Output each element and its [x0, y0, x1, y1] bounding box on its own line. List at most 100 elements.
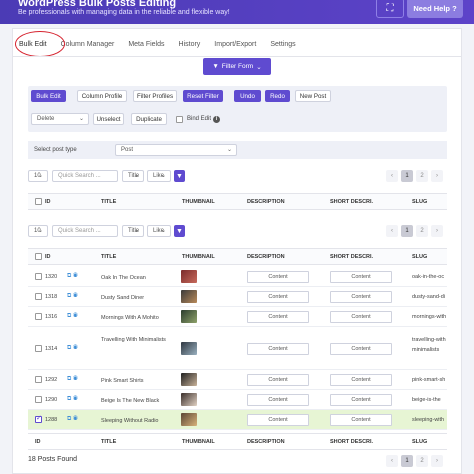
row-title[interactable]: Mornings With A Mohito — [101, 313, 159, 323]
short-description-content-button[interactable]: Content — [330, 271, 392, 283]
short-description-content-button[interactable]: Content — [330, 291, 392, 303]
col-title[interactable]: TITLE — [101, 254, 116, 260]
table-row[interactable]: 1316 ⧉ ◉ Mornings With A Mohito Content Cont… — [28, 307, 447, 327]
view-icon[interactable]: ◉ — [71, 273, 78, 279]
info-icon[interactable]: i — [213, 116, 220, 123]
col-description[interactable]: DESCRIPTION — [247, 199, 285, 205]
row-checkbox[interactable] — [35, 414, 42, 423]
row-thumbnail[interactable] — [181, 290, 197, 303]
page-2-button[interactable]: 2 — [416, 170, 428, 182]
search-operator-select[interactable]: Like ⌄ — [147, 225, 171, 237]
row-slug[interactable]: beige-is-the — [412, 397, 441, 403]
view-icon[interactable]: ◉ — [71, 396, 78, 402]
page-2-button[interactable]: 2 — [416, 225, 428, 237]
view-icon[interactable]: ◉ — [71, 416, 78, 422]
col-thumbnail[interactable]: THUMBNAIL — [182, 254, 215, 260]
redo-button[interactable]: Redo — [265, 90, 290, 102]
col-description[interactable]: DESCRIPTION — [247, 254, 285, 260]
next-page-button[interactable]: › — [431, 455, 443, 467]
table-row[interactable]: 1288 ⧉ ◉ Sleeping Without Radio Content Cont… — [28, 410, 447, 430]
filter-icon[interactable]: ▼ — [174, 170, 185, 182]
description-content-button[interactable]: Content — [247, 343, 309, 355]
view-icon[interactable]: ◉ — [71, 376, 78, 382]
quick-search-input[interactable]: Quick Search ... — [52, 170, 118, 182]
description-content-button[interactable]: Content — [247, 394, 309, 406]
row-title[interactable]: Oak In The Ocean — [101, 273, 146, 283]
filter-icon[interactable]: ▼ — [174, 225, 185, 237]
description-content-button[interactable]: Content — [247, 414, 309, 426]
short-description-content-button[interactable]: Content — [330, 343, 392, 355]
select-all-checkbox[interactable] — [35, 198, 42, 205]
search-operator-select[interactable]: Like ⌄ — [147, 170, 171, 182]
row-title[interactable]: Dusty Sand Diner — [101, 293, 144, 303]
description-content-button[interactable]: Content — [247, 311, 309, 323]
duplicate-button[interactable]: Duplicate — [131, 113, 167, 125]
row-thumbnail[interactable] — [181, 342, 197, 355]
short-description-content-button[interactable]: Content — [330, 414, 392, 426]
reset-filter-button[interactable]: Reset Filter — [183, 90, 223, 102]
view-icon[interactable]: ◉ — [71, 293, 78, 299]
row-slug[interactable]: mornings-with — [412, 314, 446, 320]
table-row[interactable]: 1320 ⧉ ◉ Oak In The Ocean Content Content oak… — [28, 267, 447, 287]
row-slug[interactable]: sleeping-with — [412, 417, 444, 423]
tab-settings[interactable]: Settings — [263, 34, 302, 56]
tab-import-export[interactable]: Import/Export — [207, 34, 263, 56]
page-1-button[interactable]: 1 — [401, 170, 413, 182]
short-description-content-button[interactable]: Content — [330, 374, 392, 386]
col-thumbnail[interactable]: THUMBNAIL — [182, 199, 215, 205]
per-page-select[interactable]: 10 ⌄ — [28, 170, 48, 182]
select-all-checkbox[interactable] — [35, 253, 42, 260]
bulk-edit-button[interactable]: Bulk Edit — [31, 90, 66, 102]
help-button[interactable]: Need Help ? — [407, 0, 463, 18]
col-short-description[interactable]: SHORT DESCRI. — [330, 254, 373, 260]
search-field-select[interactable]: Title ⌄ — [122, 225, 144, 237]
tab-history[interactable]: History — [172, 34, 208, 56]
col-short-description[interactable]: SHORT DESCRI. — [330, 199, 373, 205]
short-description-content-button[interactable]: Content — [330, 311, 392, 323]
next-page-button[interactable]: › — [431, 225, 443, 237]
view-icon[interactable]: ◉ — [71, 345, 78, 351]
col-title[interactable]: TITLE — [101, 199, 116, 205]
description-content-button[interactable]: Content — [247, 271, 309, 283]
page-2-button[interactable]: 2 — [416, 455, 428, 467]
row-thumbnail[interactable] — [181, 373, 197, 386]
fullscreen-button[interactable]: ⛶ — [376, 0, 404, 18]
table-row[interactable]: 1318 ⧉ ◉ Dusty Sand Diner Content Content dus… — [28, 287, 447, 307]
post-type-select[interactable]: Post ⌄ — [115, 144, 237, 156]
row-slug[interactable]: oak-in-the-oc — [412, 274, 444, 280]
row-thumbnail[interactable] — [181, 270, 197, 283]
row-checkbox[interactable] — [35, 313, 42, 320]
undo-button[interactable]: Undo — [234, 90, 261, 102]
filter-form-button[interactable]: ▼ Filter Form ⌄ — [203, 58, 271, 75]
row-slug[interactable]: pink-smart-sh — [412, 377, 445, 383]
prev-page-button[interactable]: ‹ — [386, 455, 398, 467]
row-checkbox[interactable] — [35, 293, 42, 300]
page-1-button[interactable]: 1 — [401, 225, 413, 237]
col-slug[interactable]: SLUG — [412, 199, 427, 205]
bind-edit-checkbox[interactable] — [176, 116, 183, 123]
search-field-select[interactable]: Title ⌄ — [122, 170, 144, 182]
row-thumbnail[interactable] — [181, 413, 197, 426]
filter-profiles-button[interactable]: Filter Profiles — [133, 90, 177, 102]
col-id[interactable]: ID — [45, 254, 51, 260]
row-title[interactable]: Travelling With Minimalists — [101, 335, 171, 345]
row-checkbox[interactable] — [35, 396, 42, 403]
column-profile-button[interactable]: Column Profile — [77, 90, 127, 102]
col-slug[interactable]: SLUG — [412, 254, 427, 260]
table-row[interactable]: 1290 ⧉ ◉ Beige Is The New Black Content Cont… — [28, 390, 447, 410]
new-post-button[interactable]: New Post — [295, 90, 331, 102]
row-checkbox[interactable] — [35, 376, 42, 383]
view-icon[interactable]: ◉ — [71, 313, 78, 319]
row-title[interactable]: Sleeping Without Radio — [101, 416, 158, 426]
row-slug[interactable]: dusty-sand-di — [412, 294, 445, 300]
prev-page-button[interactable]: ‹ — [386, 225, 398, 237]
bulk-action-select[interactable]: Delete ⌄ — [31, 113, 89, 125]
table-row[interactable]: 1292 ⧉ ◉ Pink Smart Shirts Content Content pi… — [28, 370, 447, 390]
row-checkbox[interactable] — [35, 273, 42, 280]
description-content-button[interactable]: Content — [247, 291, 309, 303]
page-1-button[interactable]: 1 — [401, 455, 413, 467]
unselect-button[interactable]: Unselect — [93, 113, 124, 125]
description-content-button[interactable]: Content — [247, 374, 309, 386]
row-thumbnail[interactable] — [181, 310, 197, 323]
row-title[interactable]: Beige Is The New Black — [101, 396, 159, 406]
